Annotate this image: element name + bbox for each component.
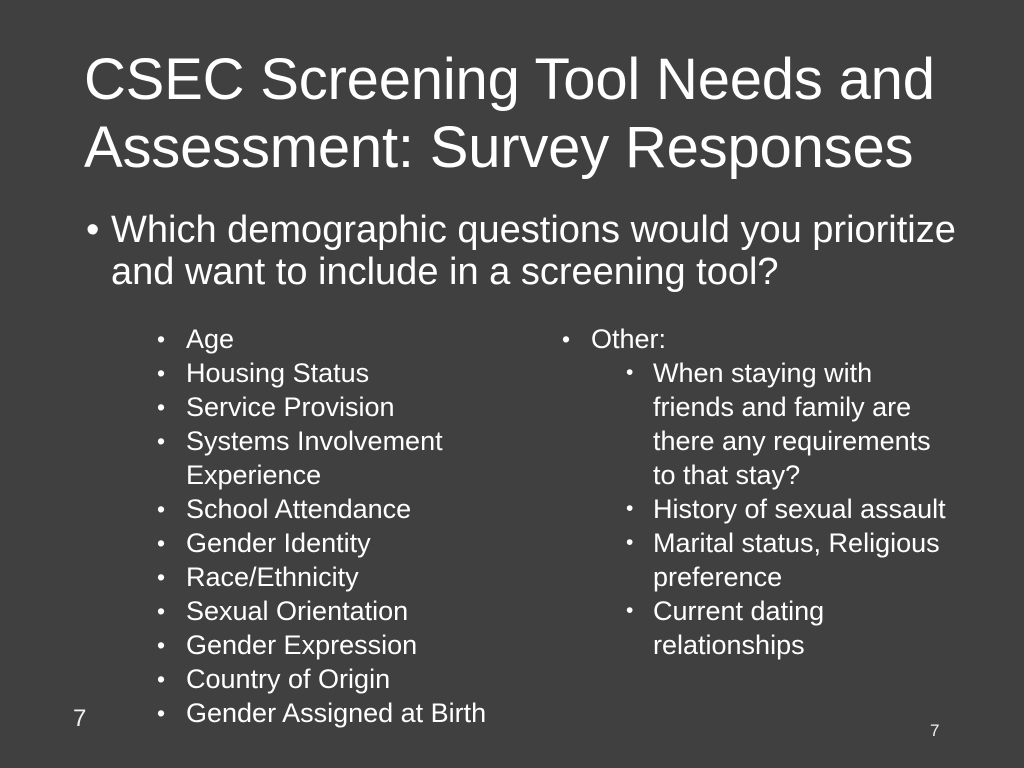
- bullet-icon: •: [562, 326, 571, 352]
- list-item: • Age: [155, 322, 515, 356]
- bullet-icon: •: [626, 531, 634, 554]
- list-item-label: When staying with friends and family are…: [653, 358, 931, 490]
- body-columns: • Age • Housing Status • Service Provisi…: [0, 322, 1024, 742]
- list-item: • Housing Status: [155, 356, 515, 390]
- right-column: • Other: • When staying with friends and…: [560, 322, 960, 662]
- bullet-icon: •: [157, 428, 166, 454]
- lead-question-item: • Which demographic questions would you …: [84, 209, 964, 293]
- bullet-icon: •: [157, 632, 166, 658]
- list-item-label: Race/Ethnicity: [186, 562, 359, 592]
- bullet-icon: •: [626, 497, 634, 520]
- bullet-icon: •: [86, 209, 100, 251]
- list-item-label: Gender Identity: [186, 528, 371, 558]
- lead-question-block: • Which demographic questions would you …: [84, 209, 964, 293]
- left-column: • Age • Housing Status • Service Provisi…: [155, 322, 515, 730]
- other-sub-items-list: • When staying with friends and family a…: [591, 356, 960, 662]
- bullet-icon: •: [157, 326, 166, 352]
- list-item: • School Attendance: [155, 492, 515, 526]
- lead-question-text: Which demographic questions would you pr…: [111, 209, 956, 293]
- list-item-label: Gender Expression: [186, 630, 418, 660]
- list-item-label: Country of Origin: [186, 664, 391, 694]
- list-item: • When staying with friends and family a…: [625, 356, 960, 492]
- list-item-label: Housing Status: [186, 358, 370, 388]
- list-item: • Race/Ethnicity: [155, 560, 515, 594]
- list-item-label: School Attendance: [186, 494, 412, 524]
- list-item-label: History of sexual assault: [653, 494, 946, 524]
- list-item-label: Age: [186, 324, 235, 354]
- list-item-label: Marital status, Religious preference: [653, 528, 940, 592]
- bullet-icon: •: [157, 700, 166, 726]
- list-item: • Marital status, Religious preference: [625, 526, 960, 594]
- bullet-icon: •: [157, 496, 166, 522]
- list-item: • Sexual Orientation: [155, 594, 515, 628]
- demographic-items-list: • Age • Housing Status • Service Provisi…: [155, 322, 515, 730]
- list-item-label: Current dating relationships: [653, 596, 825, 660]
- other-heading-label: Other:: [591, 324, 667, 354]
- bullet-icon: •: [157, 360, 166, 386]
- bullet-icon: •: [157, 598, 166, 624]
- list-item: • Current dating relationships: [625, 594, 960, 662]
- list-item-label: Service Provision: [186, 392, 395, 422]
- bullet-icon: •: [157, 530, 166, 556]
- list-item-other: • Other: • When staying with friends and…: [560, 322, 960, 662]
- page-number-right: 7: [930, 721, 940, 740]
- bullet-icon: •: [157, 666, 166, 692]
- list-item: • Service Provision: [155, 390, 515, 424]
- bullet-icon: •: [626, 599, 634, 622]
- list-item: • Gender Expression: [155, 628, 515, 662]
- list-item: • Gender Identity: [155, 526, 515, 560]
- list-item-label: Sexual Orientation: [186, 596, 409, 626]
- list-item: • Gender Assigned at Birth: [155, 696, 515, 730]
- page-number-left: 7: [73, 705, 87, 732]
- other-responses-list: • Other: • When staying with friends and…: [560, 322, 960, 662]
- list-item: • Country of Origin: [155, 662, 515, 696]
- list-item-label: Systems Involvement Experience: [186, 426, 443, 490]
- bullet-icon: •: [157, 394, 166, 420]
- bullet-icon: •: [626, 361, 634, 384]
- list-item-label: Gender Assigned at Birth: [186, 698, 487, 728]
- page-title: CSEC Screening Tool Needs and Assessment…: [84, 47, 935, 180]
- slide: CSEC Screening Tool Needs and Assessment…: [0, 0, 1024, 768]
- list-item: • History of sexual assault: [625, 492, 960, 526]
- list-item: • Systems Involvement Experience: [155, 424, 515, 492]
- bullet-icon: •: [157, 564, 166, 590]
